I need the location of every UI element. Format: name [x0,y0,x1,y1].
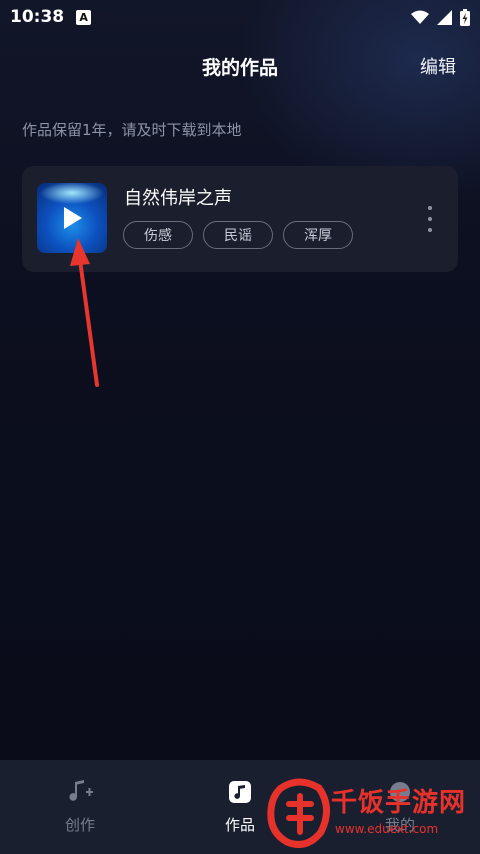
status-bar: 10:38 A [0,0,480,34]
status-indicators [411,8,470,26]
annotation-arrow-icon [70,238,99,387]
page-title: 我的作品 [201,56,278,79]
watermark-url: www.eduext.com [335,822,439,836]
play-icon [64,207,82,229]
work-tag: 浑厚 [283,221,353,249]
wifi-icon [411,10,429,24]
music-note-plus-icon [66,778,94,806]
watermark-logo-icon [267,778,330,848]
tab-works-label: 作品 [224,816,255,834]
status-time: 10:38 [10,7,65,27]
signal-icon [437,9,452,25]
work-title: 自然伟岸之声 [124,188,232,209]
tab-create[interactable]: 创作 [0,760,160,854]
notification-badge-icon: A [76,9,92,25]
work-tag: 民谣 [203,221,273,249]
watermark-title: 千饭手游网 [331,788,467,818]
edit-button[interactable]: 编辑 [420,53,456,79]
battery-icon [460,8,470,26]
watermark: 千饭手游网 www.eduext.com [265,774,480,852]
more-options-icon[interactable] [422,206,438,232]
work-tag: 伤感 [123,221,193,249]
work-tags: 伤感 民谣 浑厚 [123,221,353,249]
header: 我的作品 编辑 [0,44,480,88]
retention-notice: 作品保留1年，请及时下载到本地 [22,121,242,139]
tab-create-label: 创作 [64,816,95,834]
music-note-icon [226,778,254,806]
